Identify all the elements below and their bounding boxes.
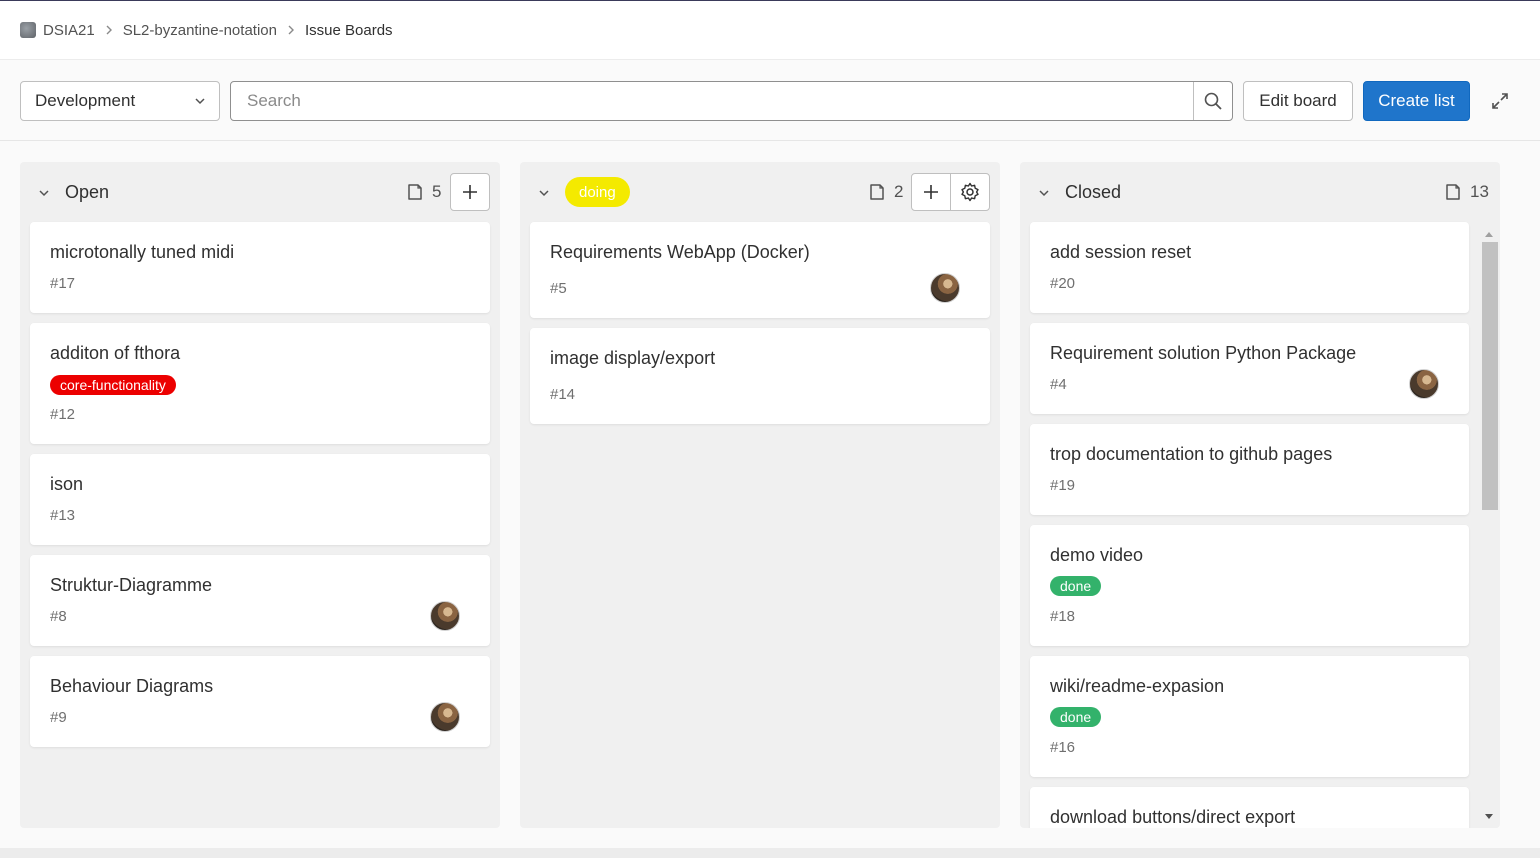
- issue-card[interactable]: microtonally tuned midi #17: [30, 222, 490, 313]
- horizontal-scrollbar[interactable]: [0, 848, 1540, 858]
- new-issue-button[interactable]: [450, 173, 490, 211]
- issue-title[interactable]: wiki/readme-expasion: [1050, 676, 1224, 697]
- chevron-down-icon[interactable]: [1037, 186, 1051, 200]
- assignee-avatar[interactable]: [1409, 369, 1439, 399]
- list-scrollbar-thumb[interactable]: [1482, 242, 1498, 510]
- issue-title[interactable]: microtonally tuned midi: [50, 242, 234, 263]
- issue-title[interactable]: trop documentation to github pages: [1050, 444, 1332, 465]
- scroll-up-arrow-icon[interactable]: [1484, 230, 1494, 238]
- board-list-closed: Closed 13 add session reset #20 Requirem…: [1020, 162, 1500, 828]
- board-select-value: Development: [35, 91, 136, 110]
- search-icon: [1204, 92, 1222, 110]
- issue-number: #13: [50, 507, 76, 524]
- breadcrumb-project-label[interactable]: SL2-byzantine-notation: [123, 22, 277, 39]
- board-list-open: Open 5 microtonally tuned midi #17 addit…: [20, 162, 500, 828]
- issue-number: #18: [1050, 608, 1076, 625]
- issue-card[interactable]: download buttons/direct export: [1030, 787, 1469, 828]
- issue-card[interactable]: wiki/readme-expasion done #16: [1030, 656, 1469, 777]
- issue-number: #20: [1050, 275, 1076, 292]
- fullscreen-button[interactable]: [1488, 89, 1512, 113]
- issue-count-value: 2: [894, 182, 904, 201]
- issue-title[interactable]: Requirements WebApp (Docker): [550, 242, 810, 263]
- issue-number: #9: [50, 709, 67, 726]
- issue-title[interactable]: image display/export: [550, 348, 715, 369]
- assignee-avatar[interactable]: [430, 702, 460, 732]
- issue-label[interactable]: core-functionality: [50, 375, 176, 395]
- issue-number: #17: [50, 275, 76, 292]
- issues-icon: [408, 184, 422, 200]
- issue-card[interactable]: Behaviour Diagrams #9: [30, 656, 490, 747]
- breadcrumb-project[interactable]: SL2-byzantine-notation: [123, 22, 277, 39]
- search-button[interactable]: [1193, 82, 1232, 120]
- board-list-doing: doing 2 Requirements WebApp (Docker) #5 …: [520, 162, 1000, 828]
- issue-number: #16: [1050, 739, 1076, 756]
- list-title: Closed: [1065, 182, 1122, 202]
- create-list-button[interactable]: Create list: [1363, 81, 1470, 121]
- issue-card[interactable]: ison #13: [30, 454, 490, 545]
- group-avatar-icon: [20, 22, 36, 38]
- breadcrumb-current-label[interactable]: Issue Boards: [305, 22, 393, 39]
- board-select-dropdown[interactable]: Development: [20, 81, 220, 121]
- issue-label[interactable]: done: [1050, 707, 1102, 727]
- issue-card[interactable]: demo video done #18: [1030, 525, 1469, 646]
- issue-number: #4: [1050, 376, 1067, 393]
- search-box: [230, 81, 1233, 121]
- chevron-right-icon: [105, 23, 113, 38]
- issue-title[interactable]: add session reset: [1050, 242, 1191, 263]
- list-header: Closed 13: [1020, 162, 1500, 222]
- issues-icon: [1446, 184, 1460, 200]
- new-issue-button[interactable]: [911, 173, 951, 211]
- list-label-doing[interactable]: doing: [565, 177, 630, 207]
- issue-card[interactable]: Requirements WebApp (Docker) #5: [530, 222, 990, 318]
- chevron-down-icon[interactable]: [537, 186, 551, 200]
- issue-card[interactable]: trop documentation to github pages #19: [1030, 424, 1469, 515]
- breadcrumb: DSIA21 SL2-byzantine-notation Issue Boar…: [0, 1, 1540, 60]
- issue-number: #5: [550, 280, 567, 297]
- board-toolbar: Development Edit board Create list: [0, 61, 1540, 141]
- issue-count: 13: [1444, 182, 1489, 202]
- breadcrumb-current[interactable]: Issue Boards: [305, 22, 393, 39]
- edit-board-button[interactable]: Edit board: [1243, 81, 1353, 121]
- list-header: doing 2: [520, 162, 1000, 222]
- issue-count: 2: [868, 182, 903, 202]
- maximize-icon: [1492, 93, 1508, 109]
- chevron-down-icon: [195, 98, 205, 105]
- issue-title[interactable]: Struktur-Diagramme: [50, 575, 212, 596]
- issue-title[interactable]: demo video: [1050, 545, 1143, 566]
- issue-count: 5: [406, 182, 441, 202]
- issue-number: #19: [1050, 477, 1076, 494]
- issues-icon: [870, 184, 884, 200]
- list-title: Open: [65, 182, 110, 202]
- breadcrumb-group[interactable]: DSIA21: [20, 22, 95, 39]
- issue-title[interactable]: ison: [50, 474, 83, 495]
- issue-number: #12: [50, 406, 76, 423]
- assignee-avatar[interactable]: [430, 601, 460, 631]
- issue-card[interactable]: additon of fthora core-functionality #12: [30, 323, 490, 444]
- issue-card[interactable]: add session reset #20: [1030, 222, 1469, 313]
- scroll-down-arrow-icon[interactable]: [1484, 813, 1494, 821]
- issue-count-value: 5: [432, 182, 442, 201]
- breadcrumb-group-label[interactable]: DSIA21: [43, 22, 95, 39]
- issue-title[interactable]: Requirement solution Python Package: [1050, 343, 1356, 364]
- assignee-avatar[interactable]: [930, 273, 960, 303]
- issue-number: #8: [50, 608, 67, 625]
- issue-card[interactable]: Requirement solution Python Package #4: [1030, 323, 1469, 414]
- plus-icon: [463, 185, 477, 199]
- issue-title[interactable]: Behaviour Diagrams: [50, 676, 213, 697]
- list-settings-button[interactable]: [950, 173, 990, 211]
- issue-card[interactable]: Struktur-Diagramme #8: [30, 555, 490, 646]
- issue-number: #14: [550, 386, 576, 403]
- issue-title[interactable]: additon of fthora: [50, 343, 180, 364]
- chevron-right-icon: [287, 23, 295, 38]
- search-input[interactable]: [231, 82, 1193, 120]
- chevron-down-icon[interactable]: [37, 186, 51, 200]
- settings-icon: [961, 182, 979, 202]
- issue-card[interactable]: image display/export #14: [530, 328, 990, 424]
- issue-title[interactable]: download buttons/direct export: [1050, 807, 1295, 828]
- list-header: Open 5: [20, 162, 500, 222]
- plus-icon: [924, 185, 938, 199]
- issue-count-value: 13: [1470, 182, 1489, 201]
- issue-label[interactable]: done: [1050, 576, 1102, 596]
